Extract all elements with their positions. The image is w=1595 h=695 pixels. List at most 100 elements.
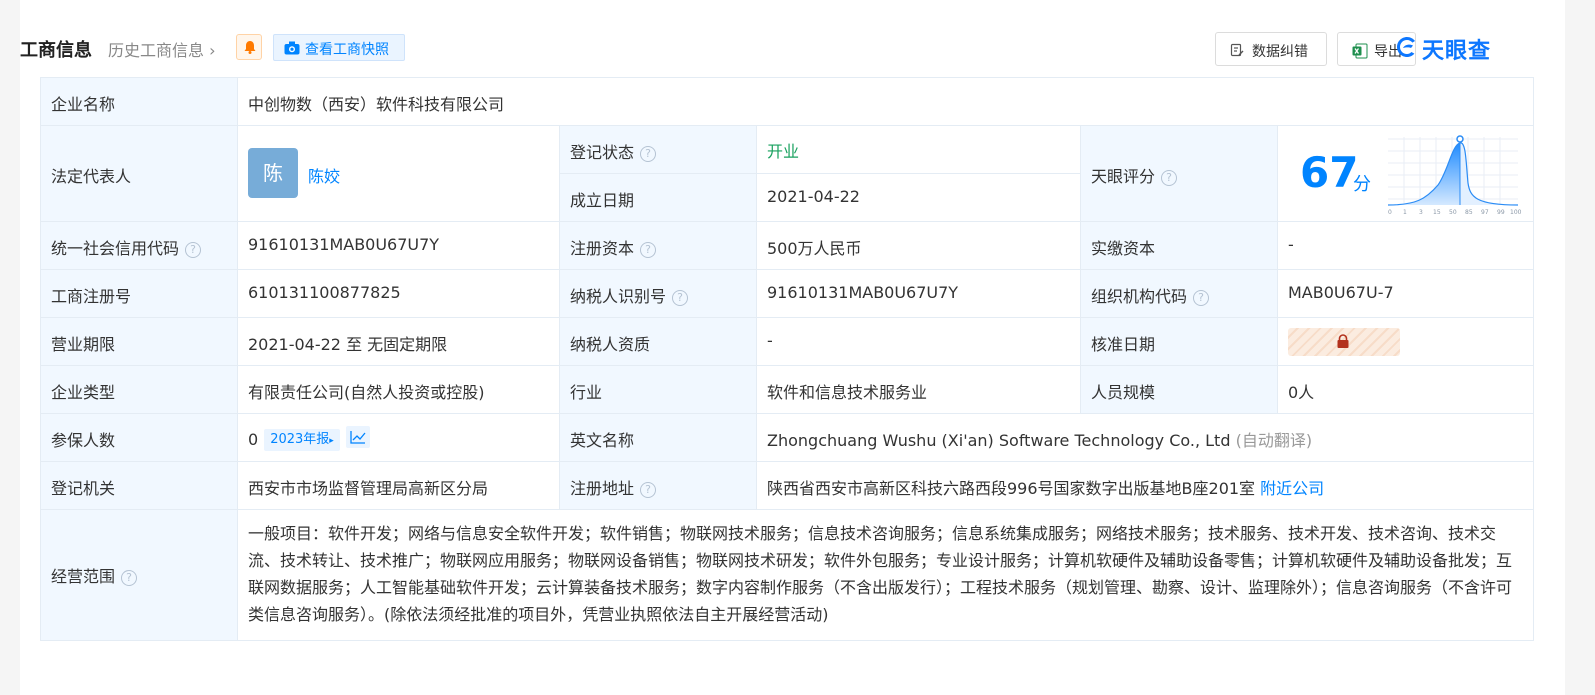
org-code-cell: MAB0U67U-7 xyxy=(1278,270,1534,318)
address-label-cell: 注册地址? xyxy=(560,462,757,510)
address-label: 注册地址 xyxy=(570,479,635,498)
address-cell: 陕西省西安市高新区科技六路西段996号国家数字出版基地B座201室 附近公司 xyxy=(757,462,1534,510)
help-icon[interactable]: ? xyxy=(121,570,138,586)
help-icon[interactable]: ? xyxy=(640,146,657,162)
company-name-cell: 中创物数（西安）软件科技有限公司 xyxy=(238,78,1534,126)
en-name-label-cell: 英文名称 xyxy=(560,414,757,462)
lock-icon xyxy=(1337,334,1349,348)
legal-rep-label-cell: 法定代表人 xyxy=(41,126,238,222)
auto-translate-note: (自动翻译) xyxy=(1235,431,1313,450)
reg-status-cell: 开业 xyxy=(757,126,1081,174)
type: 有限责任公司(自然人投资或控股) xyxy=(248,383,485,402)
data-correct-label: 数据纠错 xyxy=(1252,44,1308,60)
reg-capital-cell: 500万人民币 xyxy=(757,222,1081,270)
annual-report-tag[interactable]: 2023年报▸ xyxy=(264,429,340,451)
score-tick-50: 50 xyxy=(1449,209,1457,216)
taxpayer-qual-label: 纳税人资质 xyxy=(570,335,651,354)
industry: 软件和信息技术服务业 xyxy=(767,383,928,402)
term-label-cell: 营业期限 xyxy=(41,318,238,366)
legal-rep-link[interactable]: 陈姣 xyxy=(308,163,340,187)
camera-icon xyxy=(284,41,300,55)
reg-status: 开业 xyxy=(767,142,800,161)
history-link[interactable]: 历史工商信息 › xyxy=(108,37,216,61)
reg-no-label: 工商注册号 xyxy=(51,287,132,306)
industry-label-cell: 行业 xyxy=(560,366,757,414)
legal-rep-cell: 陈 陈姣 xyxy=(238,126,560,222)
score-label: 天眼评分 xyxy=(1091,167,1156,186)
annual-report-label: 2023年报 xyxy=(270,432,330,447)
section-title: 工商信息 xyxy=(20,40,92,61)
help-icon[interactable]: ? xyxy=(640,242,657,258)
vip-locked-value[interactable] xyxy=(1288,328,1400,356)
scope-label: 经营范围 xyxy=(51,567,116,586)
staff-label-cell: 人员规模 xyxy=(1081,366,1278,414)
reg-capital-label-cell: 注册资本? xyxy=(560,222,757,270)
legal-rep-label: 法定代表人 xyxy=(51,167,132,186)
score-cell[interactable]: 67 分 0 1 3 15 50 85 97 99 100 xyxy=(1278,126,1534,222)
history-label: 历史工商信息 xyxy=(108,41,205,60)
company-name-label-cell: 企业名称 xyxy=(41,78,238,126)
paid-capital-label: 实缴资本 xyxy=(1091,239,1156,258)
help-icon[interactable]: ? xyxy=(1193,290,1210,306)
paid-capital-cell: - xyxy=(1278,222,1534,270)
reg-status-label-cell: 登记状态? xyxy=(560,126,757,174)
score-distribution-chart: 0 1 3 15 50 85 97 99 100 xyxy=(1387,135,1522,216)
help-icon[interactable]: ? xyxy=(1161,170,1178,186)
score-tick-99: 99 xyxy=(1497,209,1505,216)
en-name: Zhongchuang Wushu (Xi'an) Software Techn… xyxy=(767,431,1231,450)
org-code-label: 组织机构代码 xyxy=(1091,287,1188,306)
edit-doc-icon xyxy=(1230,43,1244,57)
help-icon[interactable]: ? xyxy=(185,242,202,258)
help-icon[interactable]: ? xyxy=(672,290,689,306)
org-code: MAB0U67U-7 xyxy=(1288,283,1394,302)
term-cell: 2021-04-22 至 无固定期限 xyxy=(238,318,560,366)
approve-date-label: 核准日期 xyxy=(1091,335,1156,354)
credit-code: 91610131MAB0U67U7Y xyxy=(248,235,440,254)
taxpayer-qual: - xyxy=(767,331,773,350)
data-correct-button[interactable]: 数据纠错 xyxy=(1215,32,1327,66)
score-tick-1: 1 xyxy=(1403,209,1407,216)
line-chart-icon xyxy=(350,431,366,444)
excel-icon xyxy=(1352,43,1368,59)
term-label: 营业期限 xyxy=(51,335,116,354)
taxpayer-qual-label-cell: 纳税人资质 xyxy=(560,318,757,366)
taxpayer-id-cell: 91610131MAB0U67U7Y xyxy=(757,270,1081,318)
trend-chart-button[interactable] xyxy=(345,426,370,448)
reg-capital-label: 注册资本 xyxy=(570,239,635,258)
authority: 西安市市场监督管理局高新区分局 xyxy=(248,479,489,498)
credit-code-label-cell: 统一社会信用代码? xyxy=(41,222,238,270)
authority-cell: 西安市市场监督管理局高新区分局 xyxy=(238,462,560,510)
est-date-cell: 2021-04-22 xyxy=(757,174,1081,222)
monitor-bell-button[interactable] xyxy=(236,34,262,60)
authority-label: 登记机关 xyxy=(51,479,116,498)
company-name-label: 企业名称 xyxy=(51,95,116,114)
reg-status-label: 登记状态 xyxy=(570,143,635,162)
reg-capital: 500万人民币 xyxy=(767,239,862,258)
avatar: 陈 xyxy=(248,148,298,198)
triangle-right-icon: ▸ xyxy=(329,436,334,446)
industry-cell: 软件和信息技术服务业 xyxy=(757,366,1081,414)
help-icon[interactable]: ? xyxy=(640,482,657,498)
staff: 0人 xyxy=(1288,383,1315,402)
score-tick-3: 3 xyxy=(1419,209,1423,216)
eye-logo-icon xyxy=(1397,37,1415,57)
scope-cell: 一般项目：软件开发；网络与信息安全软件开发；软件销售；物联网技术服务；信息技术咨… xyxy=(238,510,1534,640)
snapshot-button[interactable]: 查看工商快照 xyxy=(273,34,405,61)
snapshot-label: 查看工商快照 xyxy=(305,42,389,58)
score-tick-85: 85 xyxy=(1465,209,1473,216)
en-name-label: 英文名称 xyxy=(570,431,635,450)
credit-code-label: 统一社会信用代码 xyxy=(51,239,180,258)
score-tick-15: 15 xyxy=(1433,209,1441,216)
taxpayer-qual-cell: - xyxy=(757,318,1081,366)
insured-count: 0 xyxy=(248,430,259,449)
score-tick-0: 0 xyxy=(1388,209,1392,216)
nearby-companies-link[interactable]: 附近公司 xyxy=(1260,479,1324,498)
address: 陕西省西安市高新区科技六路西段996号国家数字出版基地B座201室 xyxy=(767,479,1256,498)
staff-cell: 0人 xyxy=(1278,366,1534,414)
insured-label-cell: 参保人数 xyxy=(41,414,238,462)
brand-name: 天眼查 xyxy=(1422,39,1492,64)
reg-no: 610131100877825 xyxy=(248,283,401,302)
type-cell: 有限责任公司(自然人投资或控股) xyxy=(238,366,560,414)
approve-date-cell xyxy=(1278,318,1534,366)
company-name: 中创物数（西安）软件科技有限公司 xyxy=(248,95,505,114)
